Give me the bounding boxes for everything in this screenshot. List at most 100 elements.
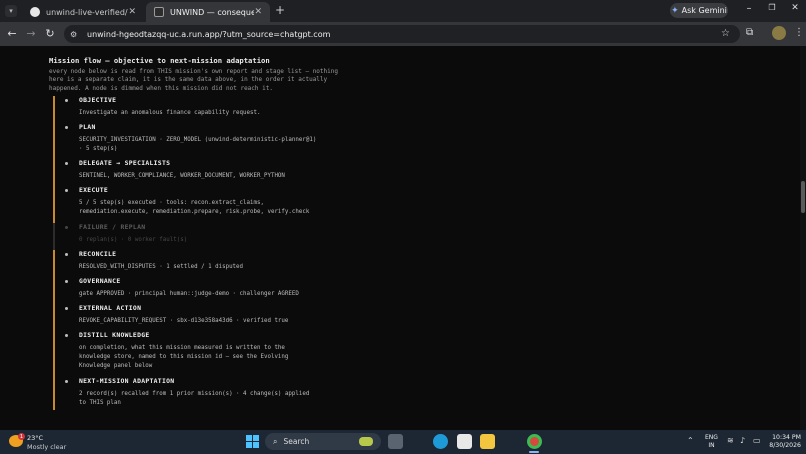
- node-label: DISTILL KNOWLEDGE: [79, 331, 150, 339]
- flow-node-failure-replan: FAILURE / REPLAN 0 replan(s) · 0 worker …: [53, 223, 383, 250]
- section-title: Mission flow — objective to next-mission…: [49, 56, 270, 65]
- reload-icon[interactable]: ↻: [43, 27, 57, 40]
- flow-node-distill-knowledge: DISTILL KNOWLEDGE on completion, what th…: [53, 331, 383, 377]
- node-label: EXTERNAL ACTION: [79, 304, 142, 312]
- gemini-sparkle-icon: ✦: [671, 5, 679, 16]
- weather-description: Mostly clear: [27, 443, 67, 451]
- github-icon: [30, 7, 40, 17]
- browser-toolbar: ← → ↻ ⚙ unwind-hgeodtazqq-uc.a.run.app/?…: [0, 22, 806, 46]
- node-detail: 2 record(s) recalled from 1 prior missio…: [79, 391, 310, 406]
- new-tab-button[interactable]: +: [275, 3, 285, 17]
- node-dot-icon: [65, 253, 68, 256]
- node-label: PLAN: [79, 123, 96, 131]
- node-label: FAILURE / REPLAN: [79, 223, 146, 231]
- address-bar[interactable]: ⚙ unwind-hgeodtazqq-uc.a.run.app/?utm_so…: [64, 25, 740, 43]
- close-window-button[interactable]: ✕: [783, 3, 806, 13]
- search-icon: ⌕: [273, 436, 278, 446]
- battery-icon[interactable]: ▭: [753, 436, 761, 445]
- flow-node-governance: GOVERNANCE gate APPROVED · principal hum…: [53, 277, 383, 304]
- node-dot-icon: [65, 226, 68, 229]
- node-label: EXECUTE: [79, 186, 109, 194]
- node-dot-icon: [65, 307, 68, 310]
- chevron-up-icon[interactable]: ⌃: [687, 436, 694, 445]
- ask-gemini-button[interactable]: ✦ Ask Gemini: [670, 3, 728, 18]
- taskbar: 1 23°C Mostly clear ⌕ Search ⌃ ENG IN ≋ …: [0, 430, 806, 454]
- node-dot-icon: [65, 99, 68, 102]
- node-bar: [53, 159, 55, 186]
- node-bar: [53, 96, 55, 123]
- scrollbar-thumb[interactable]: [801, 181, 805, 213]
- star-icon[interactable]: ☆: [721, 28, 730, 39]
- site-info-icon[interactable]: ⚙: [70, 30, 82, 39]
- node-bar: [53, 223, 55, 250]
- node-bar: [53, 377, 55, 410]
- flow-node-plan: PLAN SECURITY_INVESTIGATION · ZERO_MODEL…: [53, 123, 383, 159]
- arrow-right-icon[interactable]: →: [24, 27, 38, 40]
- windows-start-icon[interactable]: [246, 435, 259, 448]
- search-label: Search: [283, 437, 310, 446]
- node-bar: [53, 304, 55, 331]
- node-dot-icon: [65, 126, 68, 129]
- language-region: IN: [708, 442, 715, 449]
- node-detail: gate APPROVED · principal human::judge-d…: [79, 291, 299, 297]
- close-tab-icon[interactable]: ✕: [128, 7, 136, 17]
- profile-avatar[interactable]: [772, 26, 786, 40]
- node-detail: 5 / 5 step(s) executed · tools: recon.ex…: [79, 200, 310, 215]
- file-explorer-icon[interactable]: [480, 434, 495, 449]
- speaker-icon[interactable]: ♪: [740, 436, 745, 445]
- node-label: NEXT-MISSION ADAPTATION: [79, 377, 175, 385]
- close-tab-icon[interactable]: ✕: [254, 7, 262, 17]
- node-label: RECONCILE: [79, 250, 117, 258]
- node-detail: REVOKE_CAPABILITY_REQUEST · sbx-d13e358a…: [79, 318, 289, 324]
- node-bar: [53, 331, 55, 377]
- chrome-icon[interactable]: [527, 434, 542, 449]
- puzzle-icon[interactable]: ⧉: [746, 27, 753, 38]
- restore-button[interactable]: ❐: [760, 3, 784, 12]
- search-highlight-icon: [359, 437, 373, 446]
- flow-node-execute: EXECUTE 5 / 5 step(s) executed · tools: …: [53, 186, 383, 223]
- flow-node-reconcile: RECONCILE RESOLVED_WITH_DISPUTES · 1 set…: [53, 250, 383, 277]
- node-bar: [53, 250, 55, 277]
- flow-node-next-mission-adaptation: NEXT-MISSION ADAPTATION 2 record(s) reca…: [53, 377, 383, 410]
- kebab-menu-icon[interactable]: ⋮: [794, 27, 804, 38]
- weather-temperature: 23°C: [27, 434, 44, 442]
- tab-unwind[interactable]: UNWIND — consequence clea ✕: [146, 2, 270, 22]
- arrow-left-icon[interactable]: ←: [5, 27, 19, 40]
- browser-tab-strip: ▾ unwind-live-verified/web at ma ✕ UNWIN…: [0, 0, 806, 22]
- node-dot-icon: [65, 189, 68, 192]
- url-text[interactable]: unwind-hgeodtazqq-uc.a.run.app/?utm_sour…: [87, 30, 330, 39]
- ask-gemini-label: Ask Gemini: [681, 6, 727, 15]
- unwind-favicon-icon: [154, 7, 164, 17]
- node-bar: [53, 186, 55, 223]
- node-bar: [53, 123, 55, 159]
- node-dot-icon: [65, 334, 68, 337]
- tab-search-button[interactable]: ▾: [5, 5, 17, 17]
- task-view-icon[interactable]: [388, 434, 403, 449]
- page-content: Mission flow — objective to next-mission…: [0, 46, 806, 430]
- minimize-button[interactable]: –: [737, 3, 761, 14]
- flow-node-external-action: EXTERNAL ACTION REVOKE_CAPABILITY_REQUES…: [53, 304, 383, 331]
- language-indicator[interactable]: ENG IN: [705, 434, 718, 450]
- node-dot-icon: [65, 162, 68, 165]
- node-label: DELEGATE → SPECIALISTS: [79, 159, 171, 167]
- tab-title: unwind-live-verified/web at ma: [46, 7, 128, 17]
- node-detail: SECURITY_INVESTIGATION · ZERO_MODEL (unw…: [79, 137, 317, 152]
- edge-icon[interactable]: [433, 434, 448, 449]
- node-dot-icon: [65, 280, 68, 283]
- node-label: OBJECTIVE: [79, 96, 117, 104]
- store-icon[interactable]: [457, 434, 472, 449]
- node-detail: SENTINEL, WORKER_COMPLIANCE, WORKER_DOCU…: [79, 173, 285, 179]
- section-intro: every node below is read from THIS missi…: [49, 68, 338, 92]
- tab-title: UNWIND — consequence clea: [170, 7, 255, 17]
- tab-github[interactable]: unwind-live-verified/web at ma ✕: [22, 2, 144, 22]
- weather-badge: 1: [18, 433, 25, 440]
- flow-node-objective: OBJECTIVE Investigate an anomalous finan…: [53, 96, 383, 123]
- node-label: GOVERNANCE: [79, 277, 121, 285]
- taskbar-search[interactable]: ⌕ Search: [265, 433, 381, 450]
- node-detail: Investigate an anomalous finance capabil…: [79, 110, 261, 116]
- page-scrollbar[interactable]: [800, 46, 806, 430]
- node-detail: 0 replan(s) · 0 worker fault(s): [79, 237, 188, 243]
- system-clock[interactable]: 10:34 PM 8/30/2026: [767, 434, 801, 450]
- node-detail: on completion, what this mission measure…: [79, 345, 289, 369]
- wifi-icon[interactable]: ≋: [727, 436, 734, 445]
